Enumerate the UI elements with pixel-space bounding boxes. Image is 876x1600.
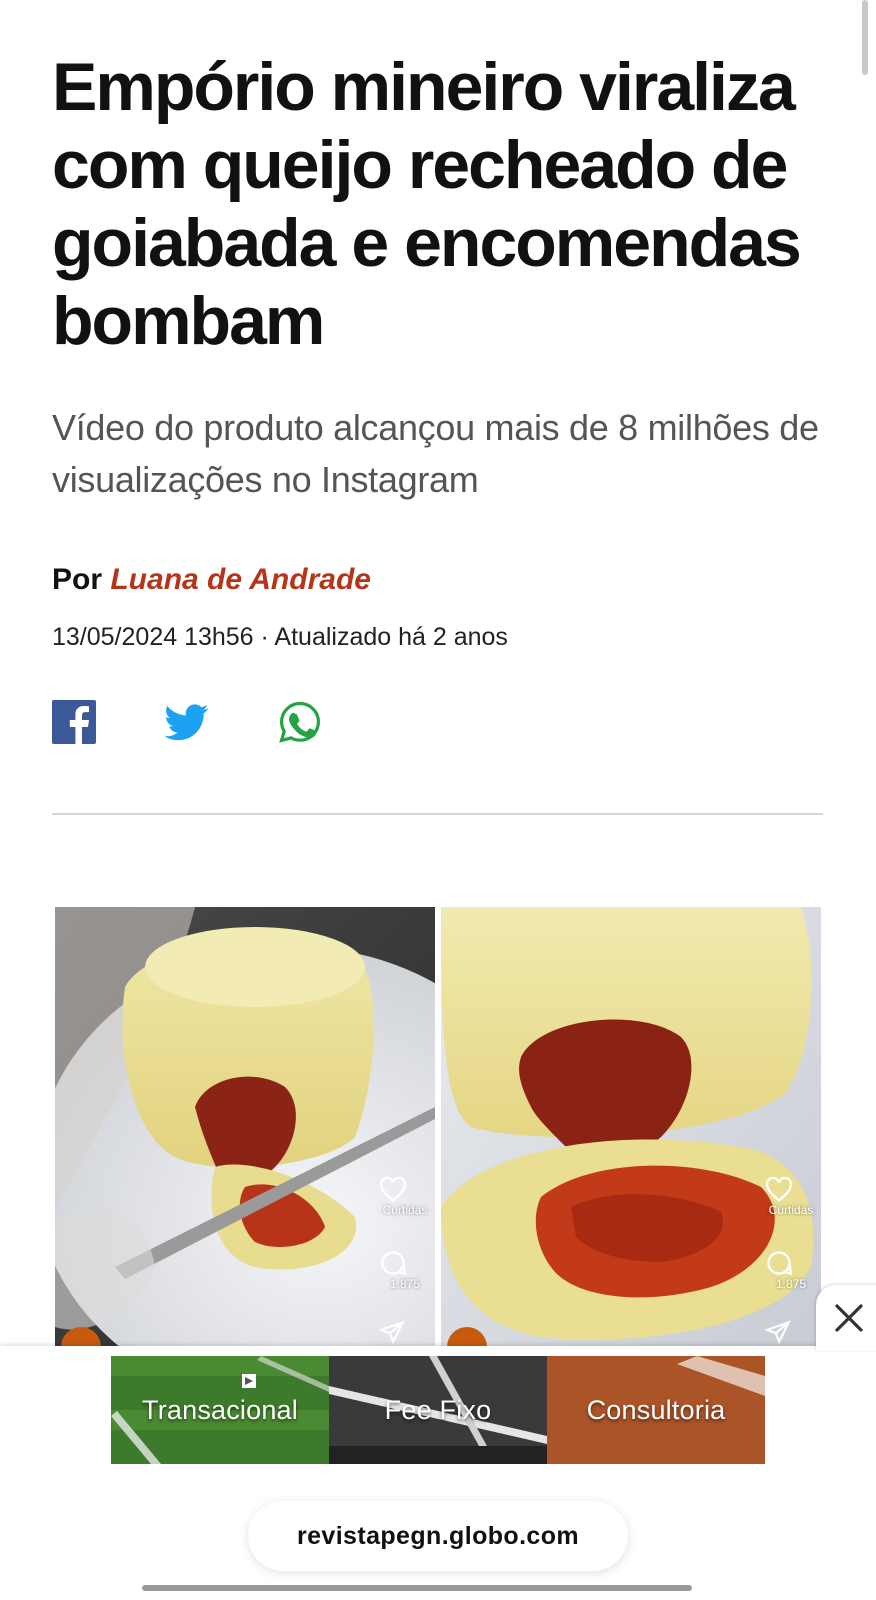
likes-label: Curtidas [382, 1203, 428, 1217]
share-action[interactable] [379, 1319, 431, 1345]
ad-panel-label: Transacional [142, 1394, 298, 1425]
ad-panel-label: Consultoria [586, 1394, 726, 1425]
like-action[interactable]: Curtidas [379, 1177, 431, 1217]
byline-prefix: Por [52, 563, 103, 596]
scrollbar-thumb[interactable] [862, 0, 868, 75]
comment-icon [767, 1251, 793, 1275]
twitter-icon[interactable] [164, 700, 209, 744]
home-indicator[interactable] [142, 1585, 692, 1591]
like-action[interactable]: Curtidas [765, 1177, 817, 1217]
article-subtitle: Vídeo do produto alcançou mais de 8 milh… [52, 407, 819, 500]
comment-icon [381, 1251, 407, 1275]
ad-panel-transacional[interactable]: Transacional [111, 1356, 329, 1464]
article-dateline: 13/05/2024 13h56 · Atualizado há 2 anos [52, 623, 508, 651]
close-ad-button[interactable] [816, 1285, 876, 1351]
ad-panel-label: Fee Fixo [384, 1394, 492, 1425]
comments-count: 1.875 [389, 1277, 421, 1291]
article-headline: Empório mineiro viraliza com queijo rech… [52, 49, 802, 359]
comment-action[interactable]: 1.875 [379, 1249, 431, 1291]
ad-bar: Transacional Fee Fixo Consultoria revist… [0, 1346, 876, 1600]
ad-panel-consultoria[interactable]: Consultoria [547, 1356, 765, 1464]
heart-icon [380, 1177, 406, 1203]
likes-label: Curtidas [768, 1203, 814, 1217]
close-icon [835, 1304, 863, 1332]
facebook-icon[interactable] [52, 700, 96, 744]
comment-action[interactable]: 1.875 [765, 1249, 817, 1291]
article-header: Empório mineiro viraliza com queijo rech… [52, 48, 822, 654]
article-image[interactable]: Curtidas 1.875 Curtidas 1.875 [55, 907, 821, 1347]
author-link[interactable]: Luana de Andrade [110, 563, 371, 596]
byline: Por Luana de Andrade [52, 560, 822, 600]
section-divider [52, 813, 823, 815]
address-bar-url: revistapegn.globo.com [296, 1521, 580, 1550]
share-action[interactable] [765, 1319, 817, 1345]
video-frame-right: Curtidas 1.875 [441, 907, 821, 1347]
video-frame-left: Curtidas 1.875 [55, 907, 435, 1347]
ad-choices-icon[interactable] [242, 1374, 256, 1388]
heart-icon [766, 1177, 792, 1203]
whatsapp-icon[interactable] [278, 700, 322, 744]
address-bar[interactable]: revistapegn.globo.com [248, 1501, 628, 1571]
send-icon [379, 1320, 405, 1345]
send-icon [765, 1320, 791, 1345]
comments-count: 1.875 [775, 1277, 807, 1291]
ad-banner[interactable]: Transacional Fee Fixo Consultoria [111, 1356, 765, 1464]
ad-panel-fee-fixo[interactable]: Fee Fixo [329, 1356, 547, 1464]
